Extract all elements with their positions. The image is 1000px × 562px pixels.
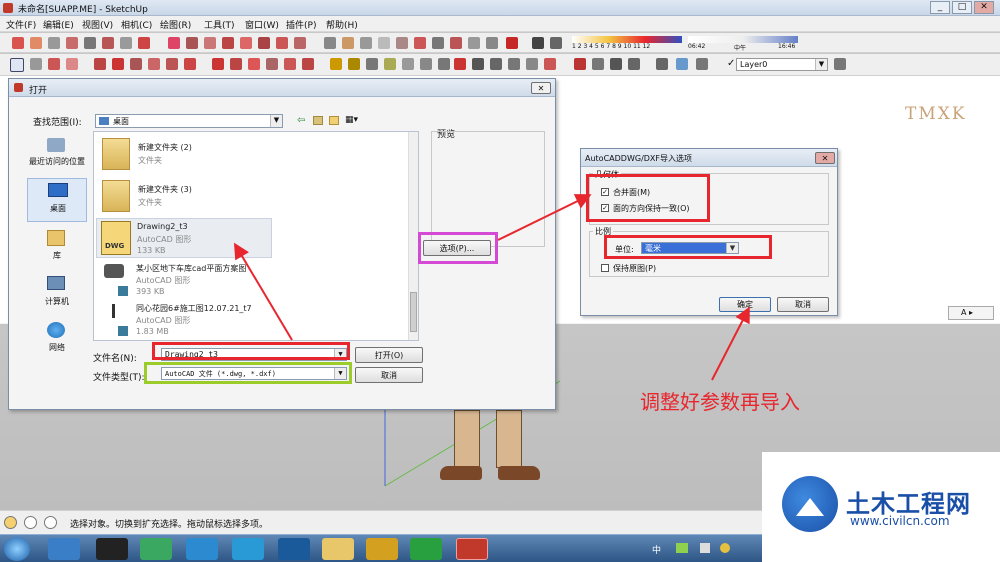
annotation-text: 调整好参数再导入 — [640, 390, 800, 414]
taskbar-app-icon[interactable] — [366, 538, 398, 560]
start-button[interactable] — [4, 537, 30, 561]
taskbar-app-icon[interactable] — [322, 538, 354, 560]
status-text: 选择对象。切换到扩充选择。拖动鼠标选择多项。 — [70, 520, 269, 530]
civilcn-logo-watermark: 土木工程网 www.civilcn.com — [762, 452, 1000, 562]
taskbar-app-icon[interactable] — [186, 538, 218, 560]
taskbar-app-icon[interactable] — [410, 538, 442, 560]
copyright-icon[interactable] — [44, 516, 57, 529]
tray-ime-indicator[interactable]: 中 — [652, 543, 661, 556]
taskbar-app-icon[interactable] — [278, 538, 310, 560]
civilcn-logo-url: www.civilcn.com — [850, 514, 950, 528]
taskbar-app-icon[interactable] — [140, 538, 172, 560]
credits-icon[interactable] — [24, 516, 37, 529]
civilcn-logo-icon — [782, 476, 838, 532]
tray-icon[interactable] — [700, 543, 710, 553]
taskbar-sketchup-icon[interactable] — [456, 538, 488, 560]
tray-network-icon[interactable] — [676, 543, 688, 553]
tray-icon[interactable] — [720, 543, 730, 553]
taskbar-app-icon[interactable] — [96, 538, 128, 560]
taskbar-app-icon[interactable] — [232, 538, 264, 560]
geo-location-icon[interactable] — [4, 516, 17, 529]
taskbar-app-icon[interactable] — [48, 538, 80, 560]
